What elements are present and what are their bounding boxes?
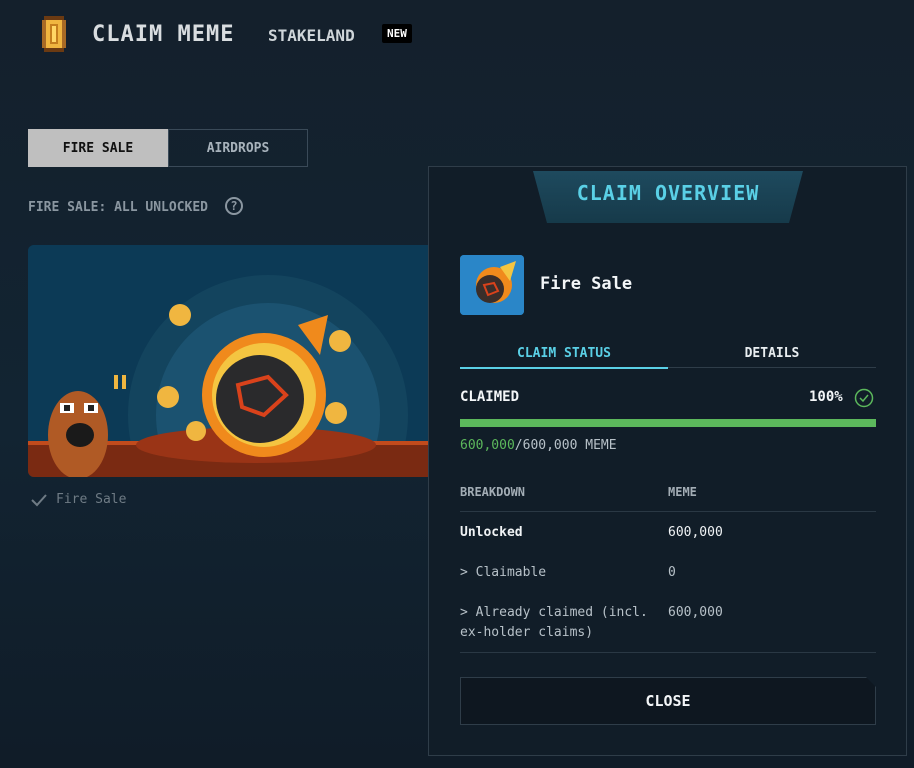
fire-sale-banner[interactable] [28,245,428,477]
row-divider [460,652,876,653]
claim-progress-bar [460,419,876,427]
new-badge: NEW [382,24,412,43]
row-claimable-label: > Claimable [460,565,547,580]
claimed-percent: 100% [809,389,843,405]
coin-logo-icon[interactable] [36,14,72,54]
fireball-icon [460,255,524,315]
claimed-amount: 600,000/600,000 MEME [460,438,617,453]
row-claimable-value: 0 [668,565,676,580]
row-divider [460,511,876,512]
check-icon [30,492,48,508]
tab-airdrops[interactable]: AIRDROPS [168,129,308,167]
check-circle-icon [854,388,874,408]
row-already-claimed-value: 600,000 [668,605,723,620]
row-already-claimed-label: > Already claimed (incl. [460,605,648,620]
sale-name: Fire Sale [540,274,633,294]
claim-overview-modal: CLAIM OVERVIEW Fire Sale CLAIM STATUS DE… [428,166,907,756]
amount-total: /600,000 MEME [514,438,617,453]
meme-header: MEME [668,485,697,499]
nav-stakeland[interactable]: STAKELAND [268,26,355,45]
status-label: CLAIMED [460,389,520,405]
claim-progress-fill [460,419,876,427]
app-title: CLAIM MEME [92,22,235,47]
tab-details[interactable]: DETAILS [668,339,876,368]
row-already-claimed-label-2: ex-holder claims) [460,625,594,640]
amount-claimed: 600,000 [460,438,515,453]
modal-title: CLAIM OVERVIEW [576,181,760,205]
help-icon[interactable]: ? [225,197,243,215]
row-unlocked-value: 600,000 [668,525,723,540]
tab-fire-sale[interactable]: FIRE SALE [28,129,168,167]
fire-sale-status-heading: FIRE SALE: ALL UNLOCKED [28,200,209,215]
close-button[interactable]: CLOSE [460,677,876,725]
breakdown-header: BREAKDOWN [460,485,526,499]
banner-caption: Fire Sale [56,492,127,507]
tab-claim-status[interactable]: CLAIM STATUS [460,339,668,369]
row-unlocked-label: Unlocked [460,525,523,540]
